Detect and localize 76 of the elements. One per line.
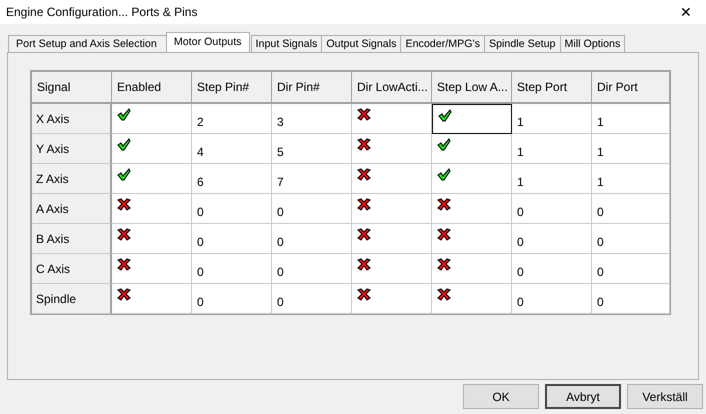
- tab[interactable]: Output Signals: [321, 35, 402, 52]
- column-header[interactable]: Dir LowActi...: [352, 72, 432, 104]
- cross-icon[interactable]: [117, 198, 131, 211]
- tab[interactable]: Input Signals: [250, 35, 322, 52]
- table-cell[interactable]: 0: [512, 194, 592, 224]
- cross-icon[interactable]: [437, 288, 451, 301]
- table-cell[interactable]: 1: [592, 134, 670, 164]
- table-cell[interactable]: 0: [192, 254, 272, 284]
- close-button[interactable]: ✕: [666, 4, 706, 20]
- row-header[interactable]: Z Axis: [32, 164, 112, 194]
- row-header[interactable]: C Axis: [32, 254, 112, 284]
- table-cell[interactable]: [432, 104, 512, 134]
- column-header[interactable]: Signal: [32, 72, 112, 104]
- table-cell[interactable]: 0: [272, 224, 352, 254]
- check-icon[interactable]: [117, 138, 131, 151]
- cross-icon[interactable]: [357, 138, 371, 151]
- table-cell[interactable]: 5: [272, 134, 352, 164]
- table-cell[interactable]: 1: [512, 134, 592, 164]
- table-cell[interactable]: 6: [192, 164, 272, 194]
- tab[interactable]: Motor Outputs: [166, 32, 250, 52]
- check-icon[interactable]: [437, 138, 451, 151]
- column-header[interactable]: Step Port: [512, 72, 592, 104]
- dialog-button[interactable]: Verkställ: [627, 384, 703, 409]
- row-header[interactable]: B Axis: [32, 224, 112, 254]
- row-header[interactable]: Y Axis: [32, 134, 112, 164]
- table-cell[interactable]: 0: [192, 224, 272, 254]
- check-icon[interactable]: [437, 168, 451, 181]
- table-cell[interactable]: 0: [512, 224, 592, 254]
- row-header[interactable]: Spindle: [32, 284, 112, 314]
- tab[interactable]: Spindle Setup: [484, 35, 561, 52]
- tab[interactable]: Mill Options: [560, 35, 626, 52]
- window-title: Engine Configuration... Ports & Pins: [6, 5, 198, 19]
- cross-icon[interactable]: [117, 228, 131, 241]
- column-header[interactable]: Step Pin#: [192, 72, 272, 104]
- table-cell[interactable]: 3: [272, 104, 352, 134]
- row-header[interactable]: X Axis: [32, 104, 112, 134]
- dialog-button[interactable]: OK: [463, 384, 539, 409]
- column-header[interactable]: Dir Pin#: [272, 72, 352, 104]
- check-icon[interactable]: [117, 168, 131, 181]
- cross-icon[interactable]: [357, 228, 371, 241]
- row-header[interactable]: A Axis: [32, 194, 112, 224]
- cross-icon[interactable]: [437, 258, 451, 271]
- dialog-button[interactable]: Avbryt: [545, 384, 621, 409]
- table-cell[interactable]: 0: [272, 254, 352, 284]
- table-cell[interactable]: 1: [592, 164, 670, 194]
- table-cell[interactable]: 0: [192, 284, 272, 314]
- table-cell[interactable]: 0: [272, 284, 352, 314]
- cross-icon[interactable]: [357, 198, 371, 211]
- column-header[interactable]: Enabled: [112, 72, 192, 104]
- table-cell[interactable]: 0: [592, 224, 670, 254]
- tab[interactable]: Port Setup and Axis Selection: [8, 35, 168, 52]
- table-cell[interactable]: 0: [592, 254, 670, 284]
- table-cell[interactable]: 4: [192, 134, 272, 164]
- table-cell[interactable]: 1: [512, 104, 592, 134]
- cross-icon[interactable]: [437, 198, 451, 211]
- cross-icon[interactable]: [437, 228, 451, 241]
- column-header[interactable]: Step Low A...: [432, 72, 512, 104]
- cross-icon[interactable]: [117, 258, 131, 271]
- table-cell[interactable]: 0: [512, 284, 592, 314]
- cross-icon[interactable]: [357, 288, 371, 301]
- check-icon[interactable]: [438, 109, 452, 122]
- table-cell[interactable]: 2: [192, 104, 272, 134]
- cross-icon[interactable]: [357, 108, 371, 121]
- cross-icon[interactable]: [357, 258, 371, 271]
- table-cell[interactable]: 0: [592, 194, 670, 224]
- cross-icon[interactable]: [117, 288, 131, 301]
- table-cell[interactable]: 7: [272, 164, 352, 194]
- check-icon[interactable]: [117, 108, 131, 121]
- table-cell[interactable]: 1: [512, 164, 592, 194]
- table-cell[interactable]: 0: [272, 194, 352, 224]
- table-cell[interactable]: 0: [512, 254, 592, 284]
- table-cell[interactable]: 1: [592, 104, 670, 134]
- table-cell[interactable]: 0: [192, 194, 272, 224]
- cross-icon[interactable]: [357, 168, 371, 181]
- table-cell[interactable]: 0: [592, 284, 670, 314]
- column-header[interactable]: Dir Port: [592, 72, 670, 104]
